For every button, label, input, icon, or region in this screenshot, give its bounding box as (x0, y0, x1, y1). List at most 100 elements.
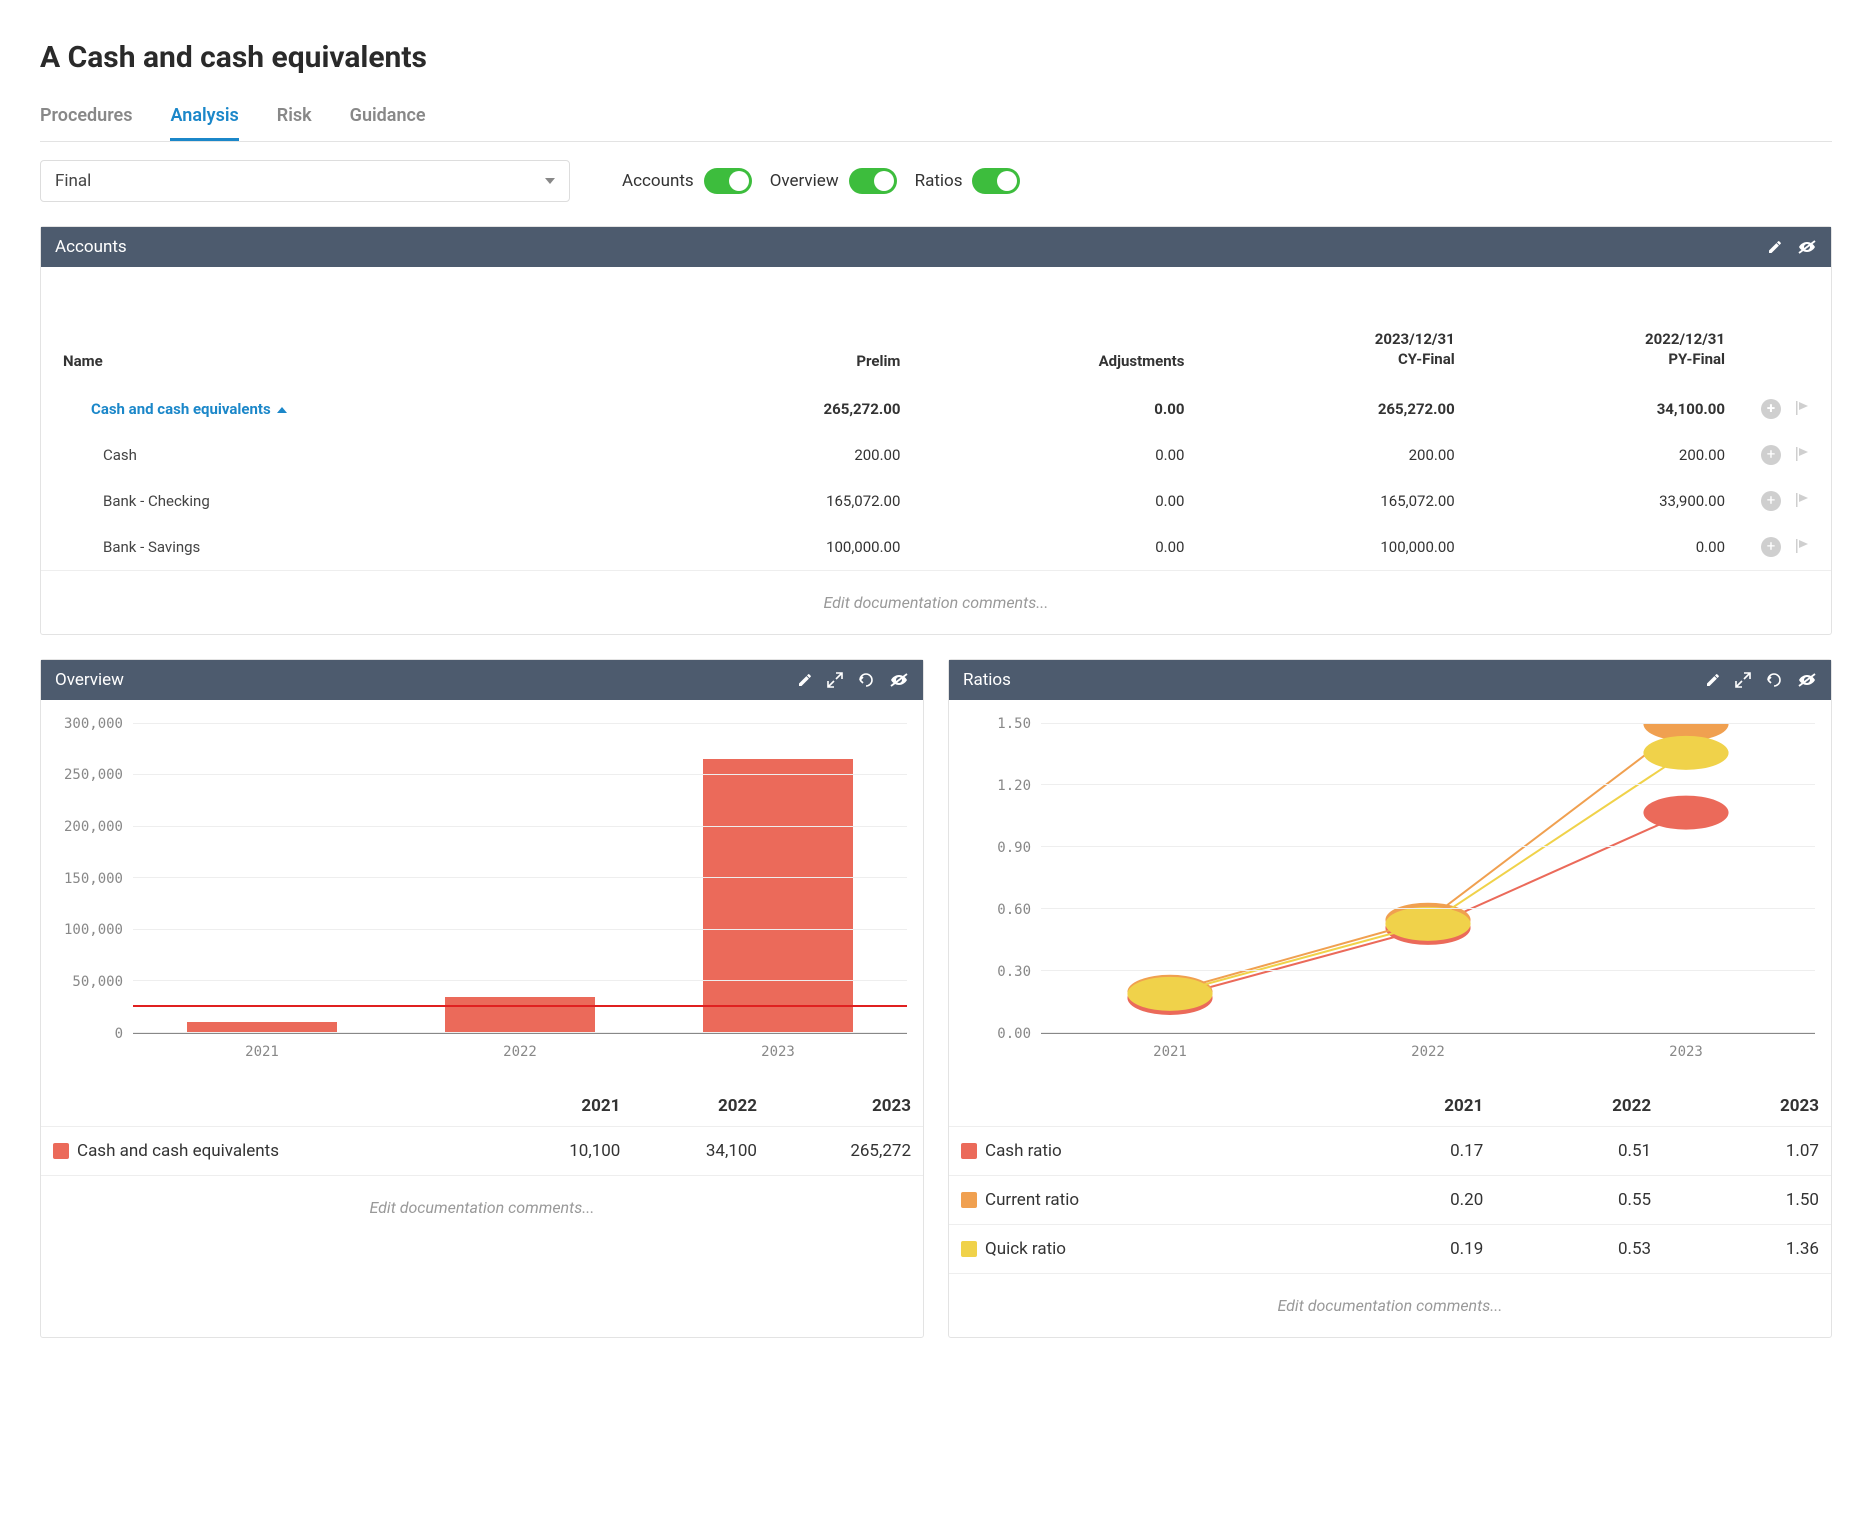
cell-py: 34,100.00 (1473, 386, 1743, 432)
cell-py: 0.00 (1473, 524, 1743, 570)
series-value: 0.55 (1495, 1175, 1663, 1224)
y-tick: 150,000 (64, 871, 123, 887)
row-name: Bank - Savings (103, 538, 200, 556)
legend-swatch (53, 1143, 69, 1159)
overview-bars (133, 724, 907, 1033)
x-tick: 2022 (1299, 1044, 1557, 1060)
cell-py: 200.00 (1473, 432, 1743, 478)
overview-year-2: 2023 (769, 1086, 923, 1127)
col-cy: 2023/12/31 CY-Final (1202, 267, 1472, 386)
toggle-ratios[interactable] (972, 168, 1020, 194)
overview-data-table: 2021 2022 2023 Cash and cash equivalents… (41, 1086, 923, 1175)
legend-swatch (961, 1241, 977, 1257)
toggle-overview[interactable] (849, 168, 897, 194)
edit-icon[interactable] (1767, 239, 1783, 255)
table-row: Bank - Checking165,072.000.00165,072.003… (41, 478, 1831, 524)
col-py: 2022/12/31 PY-Final (1473, 267, 1743, 386)
hide-icon[interactable] (1797, 672, 1817, 688)
flag-icon[interactable] (1793, 491, 1811, 511)
cell-py: 33,900.00 (1473, 478, 1743, 524)
toggle-accounts[interactable] (704, 168, 752, 194)
accounts-tbody: Cash and cash equivalents265,272.000.002… (41, 386, 1831, 570)
overview-year-0: 2021 (496, 1086, 633, 1127)
tab-risk[interactable]: Risk (277, 105, 312, 141)
overview-series-name: Cash and cash equivalents (41, 1126, 496, 1175)
row-name: Bank - Checking (103, 492, 210, 510)
ratios-tbody: Cash ratio0.170.511.07Current ratio0.200… (949, 1126, 1831, 1273)
ratios-chart: 0.000.300.600.901.201.50 202120222023 (949, 700, 1831, 1068)
edit-icon[interactable] (1705, 672, 1721, 688)
overview-v1: 34,100 (632, 1126, 769, 1175)
add-icon[interactable]: + (1761, 491, 1781, 511)
add-icon[interactable]: + (1761, 399, 1781, 419)
legend-swatch (961, 1192, 977, 1208)
ratios-data-table: 2021 2022 2023 Cash ratio0.170.511.07Cur… (949, 1086, 1831, 1273)
cell-prelim: 165,072.00 (655, 478, 918, 524)
series-name: Quick ratio (985, 1239, 1066, 1259)
bar-slot (391, 724, 649, 1033)
ratios-panel: Ratios 0.000.300.600.901.201.50 20212022… (948, 659, 1832, 1338)
period-dropdown[interactable]: Final (40, 160, 570, 202)
undo-icon[interactable] (857, 672, 875, 688)
series-name: Current ratio (985, 1190, 1079, 1210)
y-tick: 0.90 (997, 840, 1031, 856)
cell-adjustments: 0.00 (918, 386, 1202, 432)
flag-icon[interactable] (1793, 537, 1811, 557)
grid-line (133, 774, 907, 775)
expand-icon[interactable] (827, 672, 843, 688)
overview-v2: 265,272 (769, 1126, 923, 1175)
grid-line (133, 929, 907, 930)
y-tick: 100,000 (64, 922, 123, 938)
accounts-panel-header: Accounts (41, 227, 1831, 267)
y-tick: 0.60 (997, 902, 1031, 918)
y-tick: 0.30 (997, 964, 1031, 980)
flag-icon[interactable] (1793, 445, 1811, 465)
grid-line (133, 723, 907, 724)
series-value: 0.53 (1495, 1224, 1663, 1273)
y-tick: 1.50 (997, 716, 1031, 732)
bar (703, 759, 853, 1032)
series-value: 0.17 (1327, 1126, 1495, 1175)
hide-icon[interactable] (1797, 239, 1817, 255)
table-row: Cash200.000.00200.00200.00+ (41, 432, 1831, 478)
legend-swatch (961, 1143, 977, 1159)
undo-icon[interactable] (1765, 672, 1783, 688)
toggle-accounts-label: Accounts (622, 171, 694, 191)
series-value: 0.20 (1327, 1175, 1495, 1224)
overview-edit-comments[interactable]: Edit documentation comments... (41, 1175, 923, 1239)
tab-guidance[interactable]: Guidance (350, 105, 426, 141)
tab-analysis[interactable]: Analysis (170, 105, 238, 141)
add-icon[interactable]: + (1761, 537, 1781, 557)
hide-icon[interactable] (889, 672, 909, 688)
cell-adjustments: 0.00 (918, 432, 1202, 478)
toggle-ratios-label: Ratios (915, 171, 963, 191)
bar-slot (649, 724, 907, 1033)
col-adjustments: Adjustments (918, 267, 1202, 386)
accounts-edit-comments[interactable]: Edit documentation comments... (41, 570, 1831, 634)
table-row: Current ratio 0.200.551.50 (949, 1175, 1831, 1224)
chevron-down-icon (545, 178, 555, 184)
expand-icon[interactable] (1735, 672, 1751, 688)
ratios-year-2: 2023 (1663, 1086, 1831, 1127)
series-value: 1.50 (1663, 1175, 1831, 1224)
cell-adjustments: 0.00 (918, 524, 1202, 570)
ratios-edit-comments[interactable]: Edit documentation comments... (949, 1273, 1831, 1337)
add-icon[interactable]: + (1761, 445, 1781, 465)
row-name[interactable]: Cash and cash equivalents (91, 400, 271, 418)
y-tick: 300,000 (64, 716, 123, 732)
overview-panel-title: Overview (55, 670, 124, 690)
cell-prelim: 100,000.00 (655, 524, 918, 570)
cell-adjustments: 0.00 (918, 478, 1202, 524)
y-tick: 0.00 (997, 1026, 1031, 1042)
ratios-plot (1041, 724, 1815, 1034)
series-name: Cash ratio (985, 1141, 1062, 1161)
chevron-up-icon[interactable] (277, 407, 287, 413)
overview-x-labels: 202120222023 (133, 1044, 907, 1060)
overview-reference-line (133, 1005, 907, 1007)
x-tick: 2021 (133, 1044, 391, 1060)
flag-icon[interactable] (1793, 399, 1811, 419)
tab-procedures[interactable]: Procedures (40, 105, 132, 141)
edit-icon[interactable] (797, 672, 813, 688)
table-row: Bank - Savings100,000.000.00100,000.000.… (41, 524, 1831, 570)
ratios-year-0: 2021 (1327, 1086, 1495, 1127)
